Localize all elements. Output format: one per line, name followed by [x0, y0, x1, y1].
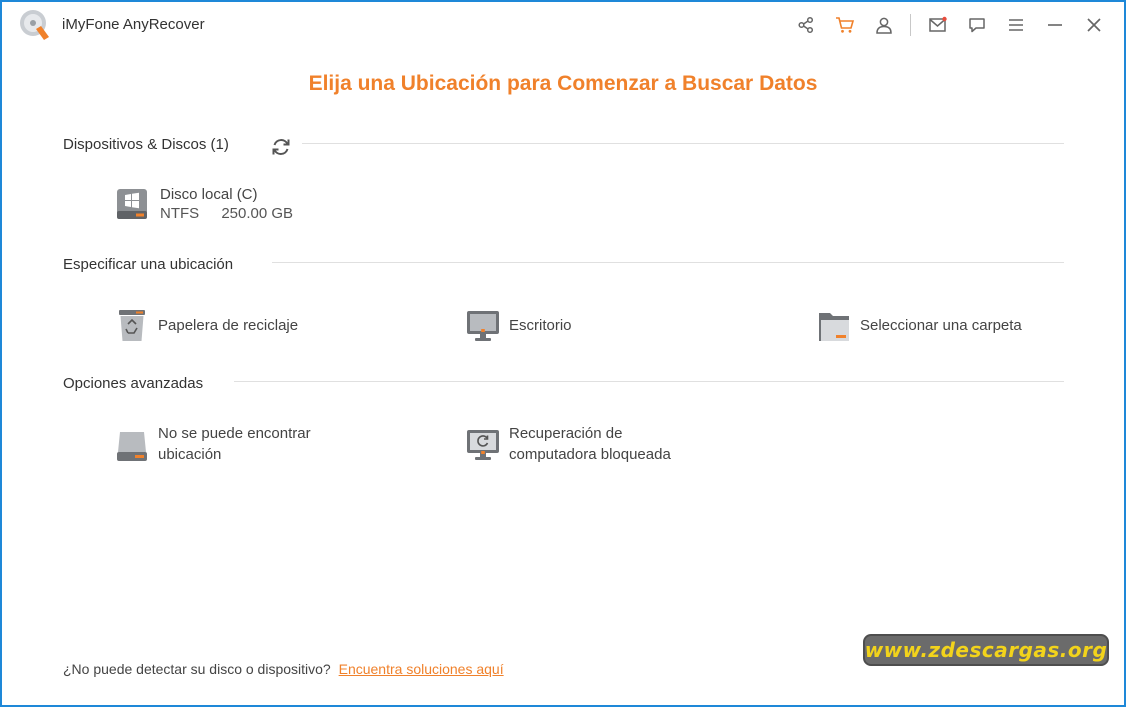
disk-item-c[interactable]: Disco local (C) NTFS 250.00 GB [114, 184, 311, 222]
section-divider [302, 143, 1064, 144]
minimize-icon[interactable] [1041, 11, 1069, 39]
location-select-folder[interactable]: Seleccionar una carpeta [816, 307, 1022, 343]
title-bar: iMyFone AnyRecover [2, 2, 1124, 48]
location-label: Seleccionar una carpeta [860, 316, 1022, 334]
mail-icon[interactable] [924, 11, 952, 39]
advanced-label: No se puede encontrar ubicación [158, 423, 311, 465]
disk-name: Disco local (C) [160, 186, 258, 203]
disk-info: NTFS 250.00 GB [160, 205, 311, 222]
advanced-label-line1: No se puede encontrar [158, 425, 311, 442]
feedback-icon[interactable] [963, 11, 991, 39]
refresh-icon[interactable] [270, 136, 292, 158]
desktop-icon [467, 311, 499, 341]
share-icon[interactable] [792, 11, 820, 39]
cart-icon[interactable] [831, 11, 859, 39]
titlebar-divider [910, 14, 911, 36]
footer-text: ¿No puede detectar su disco o dispositiv… [63, 661, 331, 677]
advanced-section-title: Opciones avanzadas [63, 375, 214, 392]
app-title: iMyFone AnyRecover [62, 16, 205, 33]
crashed-computer-icon [467, 430, 499, 460]
devices-section-title: Dispositivos & Discos (1) [63, 136, 239, 153]
recycle-bin-icon [119, 310, 145, 341]
advanced-label-line2: computadora bloqueada [509, 446, 671, 463]
advanced-label-line1: Recuperación de [509, 425, 623, 442]
advanced-crashed-computer[interactable]: Recuperación de computadora bloqueada [465, 423, 671, 465]
section-divider [272, 262, 1064, 263]
section-divider [234, 381, 1064, 382]
advanced-label-line2: ubicación [158, 446, 222, 463]
location-label: Papelera de reciclaje [158, 316, 299, 334]
page-title: Elija una Ubicación para Comenzar a Busc… [308, 72, 818, 95]
location-label: Escritorio [509, 316, 572, 334]
folder-icon [819, 313, 849, 341]
close-icon[interactable] [1080, 11, 1108, 39]
footer-solutions-link[interactable]: Encuentra soluciones aquí [339, 661, 504, 677]
disk-filesystem: NTFS [160, 205, 200, 222]
advanced-lost-location[interactable]: No se puede encontrar ubicación [114, 423, 311, 465]
menu-icon[interactable] [1002, 11, 1030, 39]
app-window: iMyFone AnyRecover Elija una Ubicación p… [2, 2, 1124, 705]
locations-section-title: Especificar una ubicación [63, 256, 244, 273]
watermark: www.zdescargas.org [863, 634, 1109, 666]
user-icon[interactable] [870, 11, 898, 39]
location-desktop[interactable]: Escritorio [465, 307, 572, 343]
footer-help: ¿No puede detectar su disco o dispositiv… [63, 661, 504, 677]
location-recycle-bin[interactable]: Papelera de reciclaje [114, 307, 298, 343]
windows-drive-icon [117, 189, 147, 219]
disk-size: 250.00 GB [221, 205, 294, 222]
advanced-label: Recuperación de computadora bloqueada [509, 423, 671, 465]
drive-icon [117, 432, 147, 461]
app-logo-icon [20, 10, 49, 40]
